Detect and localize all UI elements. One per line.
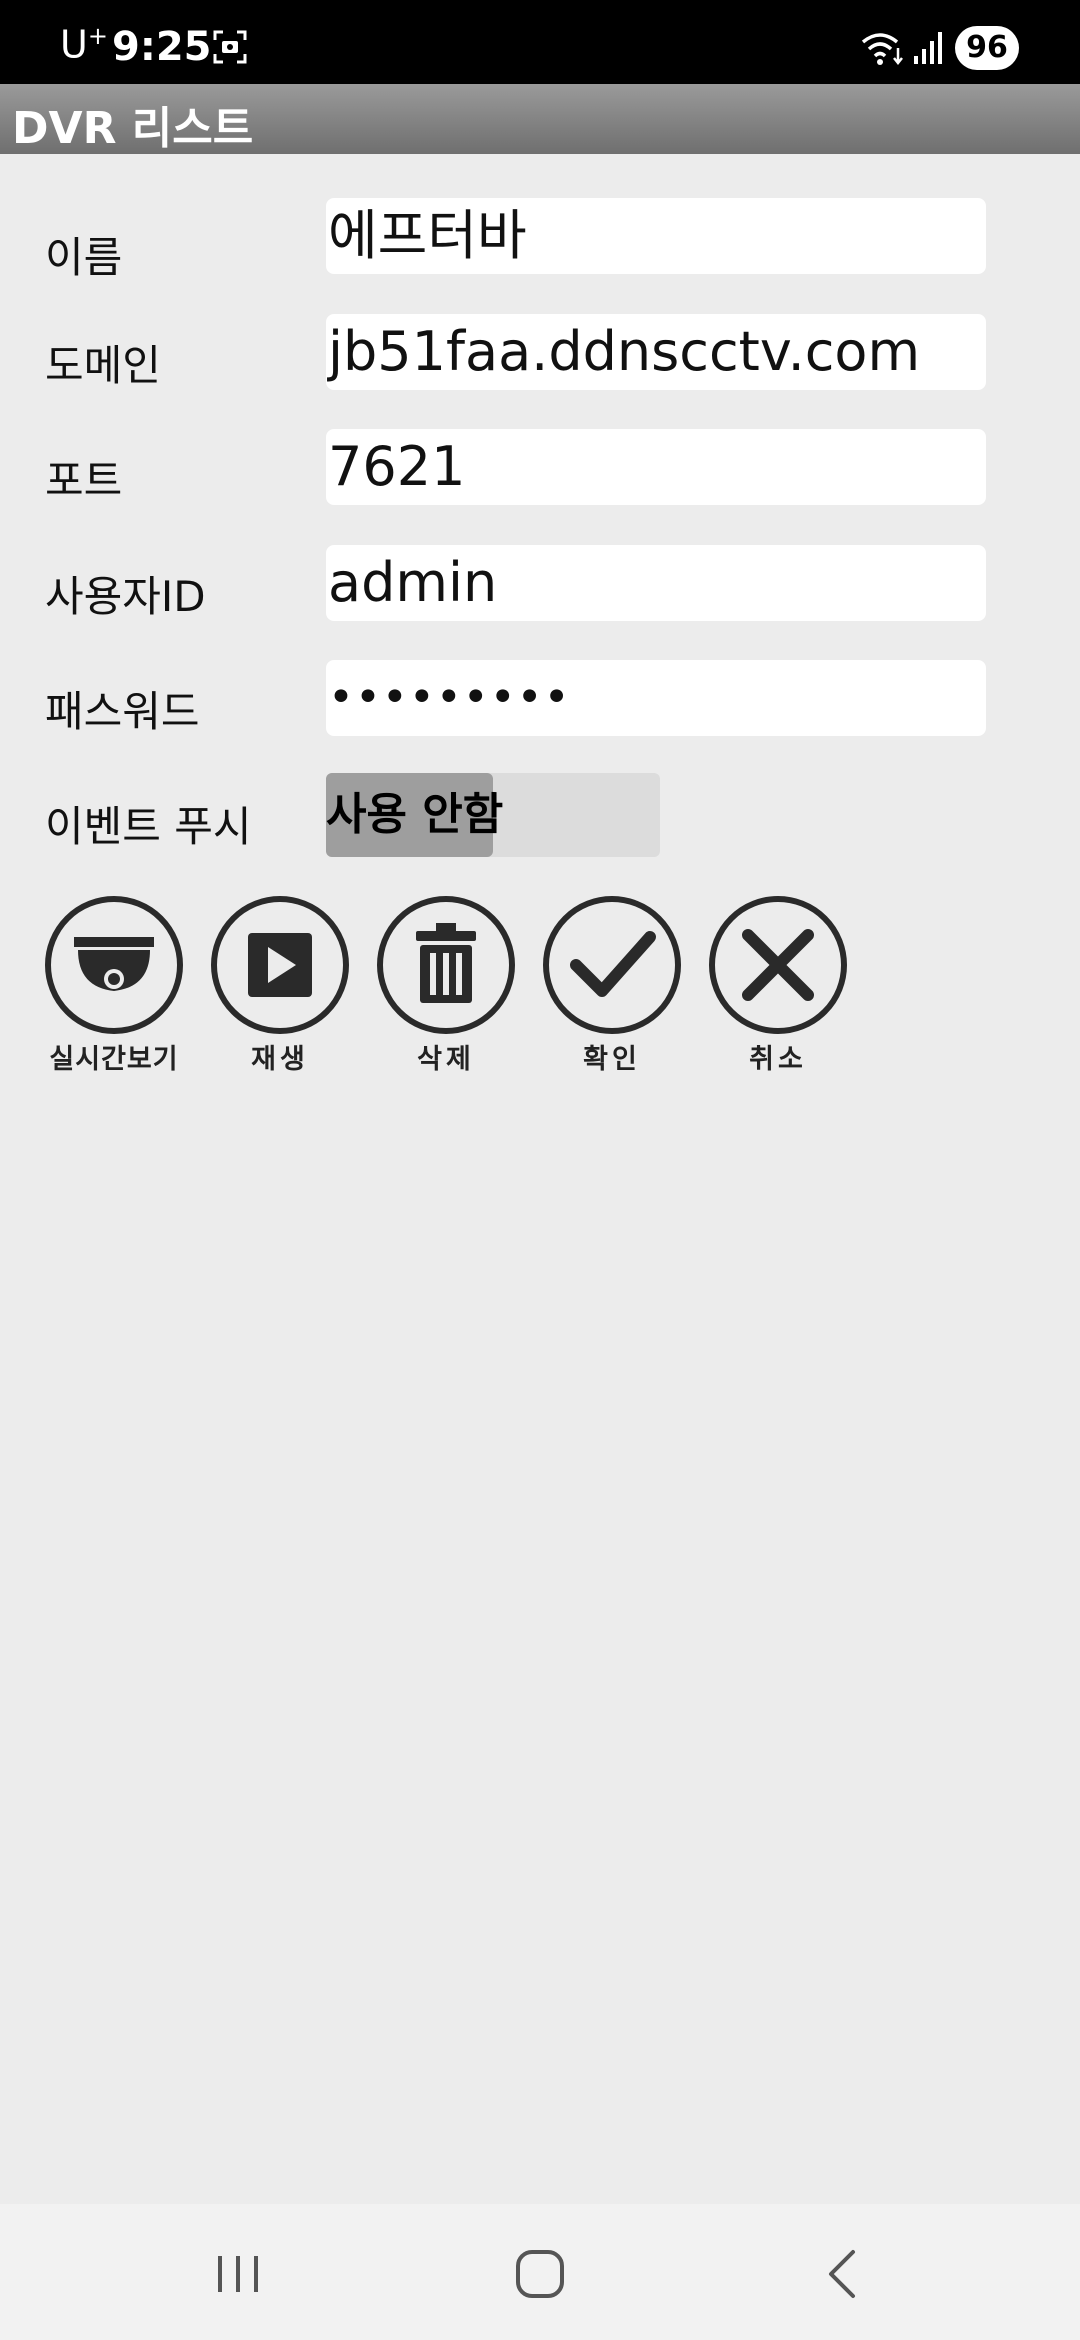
navigation-bar: [0, 2204, 1080, 2340]
port-input[interactable]: 7621: [326, 429, 986, 505]
checkmark-icon: [543, 896, 681, 1034]
event-push-toggle[interactable]: 사용 안함: [326, 773, 660, 857]
password-label: 패스워드: [45, 687, 200, 736]
event-push-label: 이벤트 푸시: [45, 802, 252, 851]
confirm-button[interactable]: 확인: [542, 895, 682, 1075]
battery-icon: 96: [955, 26, 1019, 70]
page-title: DVR 리스트: [12, 103, 254, 154]
title-bar: DVR 리스트: [0, 84, 1080, 154]
live-view-label: 실시간보기: [49, 1044, 179, 1075]
cancel-label: 취소: [749, 1044, 807, 1075]
name-label: 이름: [45, 233, 123, 282]
screenshot-icon: [213, 30, 247, 64]
playback-label: 재생: [251, 1044, 309, 1075]
close-icon: [709, 896, 847, 1034]
event-push-value: 사용 안함: [326, 789, 504, 840]
back-icon[interactable]: [807, 2244, 877, 2304]
status-bar: U+ 9:25 96: [0, 0, 1080, 84]
carrier-label: U+: [60, 22, 108, 67]
wifi-icon: [861, 33, 903, 66]
trash-icon: [377, 896, 515, 1034]
play-icon: [211, 896, 349, 1034]
delete-label: 삭제: [417, 1044, 475, 1075]
confirm-label: 확인: [583, 1044, 641, 1075]
status-time: 9:25: [112, 24, 212, 70]
userid-input[interactable]: admin: [326, 545, 986, 621]
password-input[interactable]: •••••••••: [326, 660, 986, 736]
domain-label: 도메인: [45, 341, 161, 390]
recent-apps-icon[interactable]: [203, 2244, 273, 2304]
signal-icon: [914, 32, 942, 64]
playback-button[interactable]: 재생: [210, 895, 350, 1075]
domain-input[interactable]: jb51faa.ddnscctv.com: [326, 314, 986, 390]
dome-camera-icon: [45, 896, 183, 1034]
port-label: 포트: [45, 456, 123, 505]
userid-label: 사용자ID: [45, 572, 206, 621]
delete-button[interactable]: 삭제: [376, 895, 516, 1075]
cancel-button[interactable]: 취소: [708, 895, 848, 1075]
home-icon[interactable]: [505, 2244, 575, 2304]
live-view-button[interactable]: 실시간보기: [44, 895, 184, 1075]
name-input[interactable]: 에프터바: [326, 198, 986, 274]
